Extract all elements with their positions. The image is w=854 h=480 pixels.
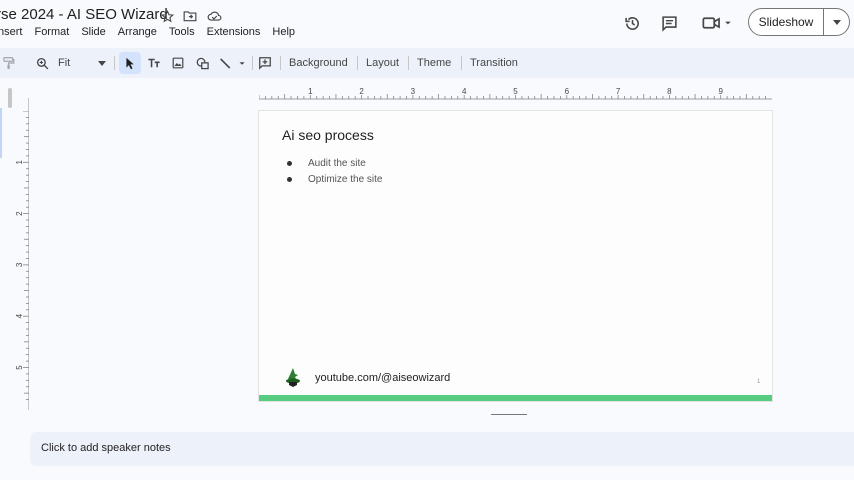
- filmstrip-selection-edge: [0, 108, 2, 158]
- version-history-icon[interactable]: [621, 12, 643, 34]
- paint-format-icon[interactable]: [0, 52, 20, 74]
- ruler-number: 9: [718, 87, 723, 96]
- ruler-number: 5: [513, 87, 518, 96]
- zoom-icon[interactable]: [32, 52, 52, 74]
- toolbar-divider: [408, 56, 409, 70]
- slideshow-dropdown-icon[interactable]: [824, 19, 849, 25]
- menu-slide[interactable]: Slide: [81, 26, 105, 44]
- select-tool-button[interactable]: [119, 52, 141, 74]
- speaker-notes-placeholder: Click to add speaker notes: [41, 442, 171, 454]
- list-item: Optimize the site: [287, 171, 382, 187]
- ruler-number: 5: [15, 365, 24, 370]
- toolbar-divider: [357, 56, 358, 70]
- zoom-value: Fit: [58, 57, 71, 69]
- slideshow-button[interactable]: Slideshow: [748, 8, 850, 36]
- theme-button[interactable]: Theme: [413, 52, 455, 74]
- accent-bar: [259, 395, 772, 401]
- speaker-notes[interactable]: Click to add speaker notes: [30, 432, 854, 466]
- toolbar-divider: [252, 56, 253, 70]
- menu-extensions[interactable]: Extensions: [207, 26, 261, 44]
- text-box-icon[interactable]: [143, 52, 165, 74]
- toolbar-divider: [280, 56, 281, 70]
- move-to-folder-icon[interactable]: [182, 8, 198, 24]
- toolbar-divider: [461, 56, 462, 70]
- background-button[interactable]: Background: [285, 52, 352, 74]
- bullet-text: Audit the site: [308, 157, 366, 169]
- ruler-number: 4: [15, 313, 24, 318]
- transition-button[interactable]: Transition: [466, 52, 522, 74]
- ruler-number: 1: [308, 87, 313, 96]
- menu-bar: nsert Format Slide Arrange Tools Extensi…: [0, 26, 307, 44]
- shape-icon[interactable]: [192, 52, 214, 74]
- comments-icon[interactable]: [658, 12, 680, 34]
- ruler-number: 3: [411, 87, 416, 96]
- notes-resize-handle[interactable]: [491, 414, 527, 415]
- horizontal-ruler[interactable]: 1 2 3 4 5 6 7 8 9: [259, 86, 772, 100]
- cursor-icon: [125, 57, 134, 69]
- document-title[interactable]: rse 2024 - AI SEO Wizard: [0, 6, 168, 23]
- filmstrip-scrollbar[interactable]: [8, 88, 12, 108]
- ruler-number: 7: [616, 87, 621, 96]
- list-item: Audit the site: [287, 155, 382, 171]
- bullet-list[interactable]: Audit the site Optimize the site: [287, 155, 382, 187]
- ruler-number: 2: [15, 211, 24, 216]
- toolbar-divider: [114, 56, 115, 70]
- footer-channel-url: youtube.com/@aiseowizard: [315, 372, 451, 384]
- ruler-number: 2: [359, 87, 364, 96]
- zoom-select[interactable]: Fit: [54, 52, 110, 74]
- ruler-number: 1: [15, 160, 24, 165]
- layout-button[interactable]: Layout: [362, 52, 403, 74]
- wizard-logo-icon: [286, 368, 300, 387]
- chevron-down-icon: [98, 60, 106, 66]
- vertical-ruler[interactable]: 1 2 3 4 5: [14, 111, 30, 401]
- ruler-number: 8: [667, 87, 672, 96]
- line-tool-icon[interactable]: [216, 52, 250, 74]
- insert-image-icon[interactable]: [167, 52, 189, 74]
- ruler-number: 6: [565, 87, 570, 96]
- toolbar: Fit Background Layout Theme Transition: [0, 48, 854, 78]
- bullet-dot: [287, 160, 292, 166]
- slide-number: 1: [757, 379, 761, 385]
- slide-title[interactable]: Ai seo process: [282, 127, 374, 143]
- cloud-status-icon[interactable]: [206, 8, 222, 24]
- slide[interactable]: Ai seo process Audit the site Optimize t…: [259, 111, 772, 401]
- menu-insert[interactable]: nsert: [0, 26, 22, 44]
- star-icon[interactable]: [159, 8, 175, 24]
- bullet-dot: [287, 176, 292, 182]
- ruler-number: 3: [15, 262, 24, 267]
- bullet-text: Optimize the site: [308, 173, 383, 185]
- menu-arrange[interactable]: Arrange: [118, 26, 157, 44]
- menu-help[interactable]: Help: [272, 26, 295, 44]
- menu-tools[interactable]: Tools: [169, 26, 195, 44]
- menu-format[interactable]: Format: [34, 26, 69, 44]
- ruler-number: 4: [462, 87, 467, 96]
- add-comment-icon[interactable]: [254, 52, 276, 74]
- meet-video-icon[interactable]: [700, 12, 734, 34]
- slideshow-label: Slideshow: [758, 15, 814, 29]
